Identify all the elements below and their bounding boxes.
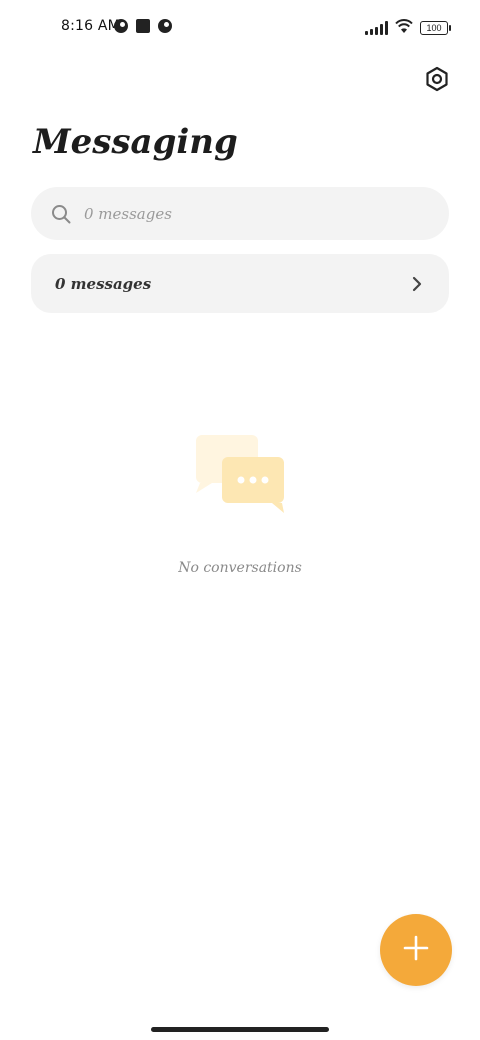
new-conversation-button[interactable] — [380, 914, 452, 986]
status-bar: 8:16 AM 100 — [0, 0, 480, 56]
messages-row[interactable]: 0 messages — [31, 254, 449, 313]
notification-icon — [114, 19, 128, 33]
chat-bubbles-icon — [194, 433, 286, 515]
search-icon — [50, 203, 72, 225]
page-title: Messaging — [33, 122, 238, 162]
status-right-icons: 100 — [365, 18, 451, 38]
search-input[interactable] — [82, 203, 406, 224]
signal-icon — [365, 21, 388, 35]
wifi-icon — [394, 18, 414, 38]
settings-button[interactable] — [422, 66, 452, 96]
empty-state-text: No conversations — [178, 560, 302, 576]
battery-icon: 100 — [420, 21, 451, 35]
chevron-right-icon — [409, 276, 425, 292]
search-bar[interactable] — [31, 187, 449, 240]
square-icon — [136, 19, 150, 33]
home-indicator[interactable] — [151, 1027, 329, 1032]
status-time: 8:16 AM — [61, 18, 120, 34]
settings-icon — [424, 66, 450, 96]
status-left-icons — [114, 19, 172, 33]
plus-icon — [402, 934, 430, 966]
messages-label: 0 messages — [55, 274, 152, 293]
notification-icon — [158, 19, 172, 33]
